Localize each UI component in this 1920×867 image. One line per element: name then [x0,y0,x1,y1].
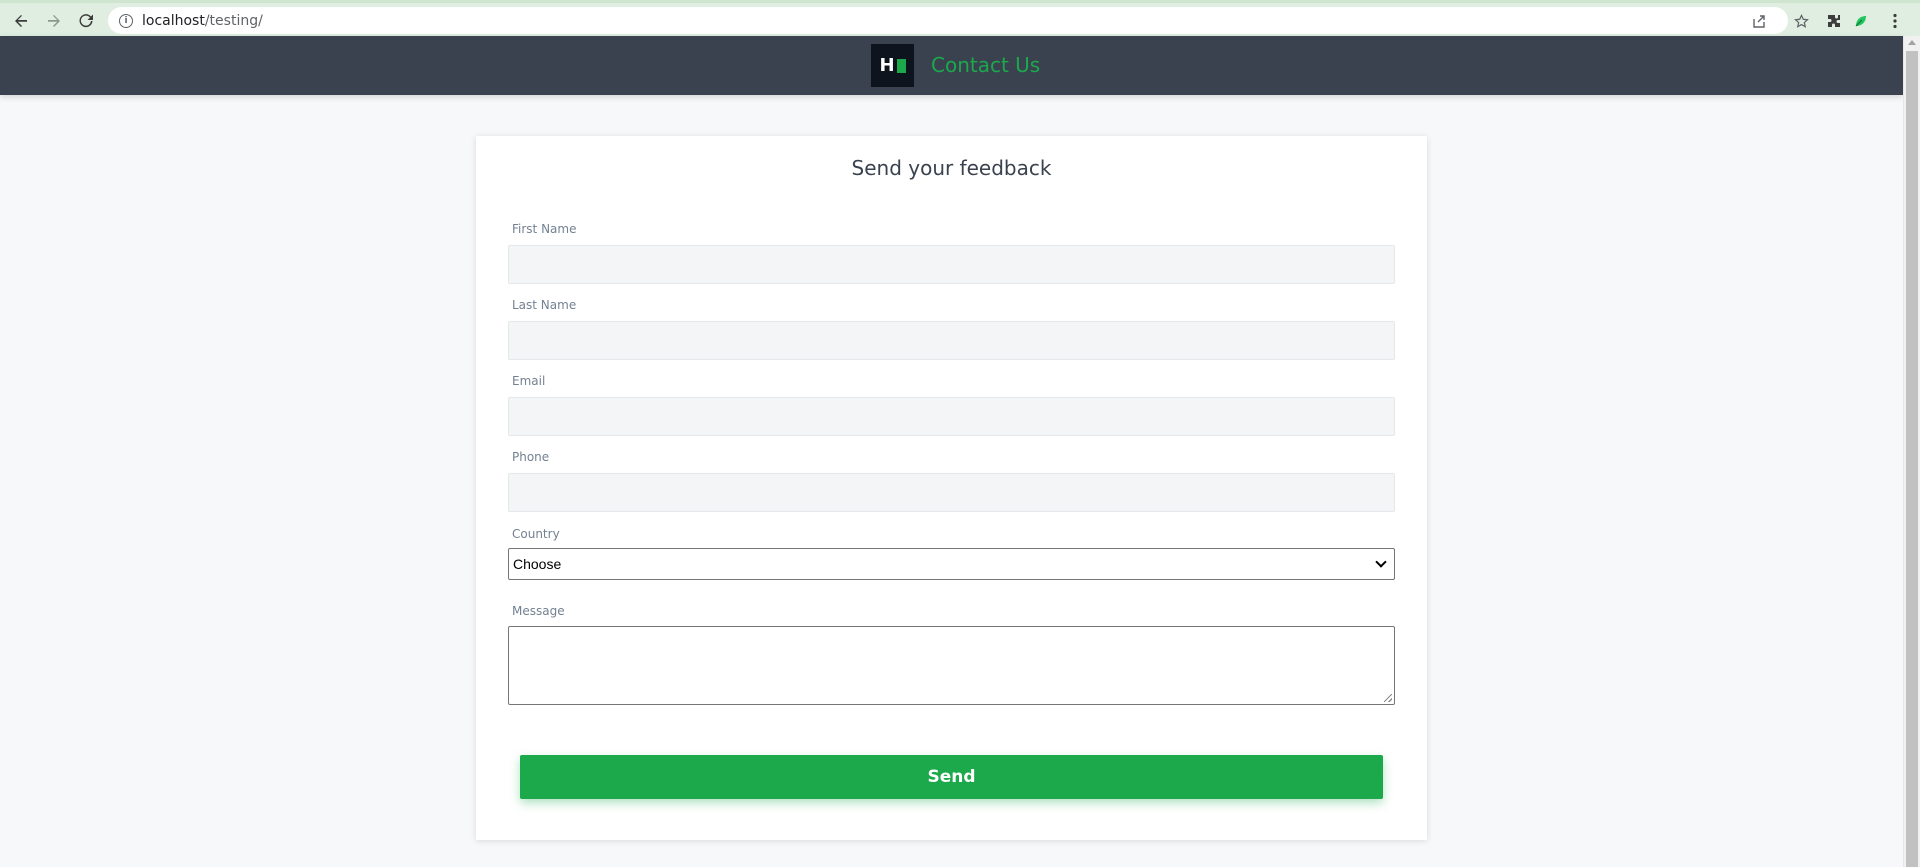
url-path: /testing/ [204,12,263,29]
address-bar[interactable]: i localhost/testing/ [108,7,1809,34]
email-label: Email [512,374,546,388]
page-scrollbar[interactable] [1903,36,1920,867]
message-label: Message [512,604,565,618]
forward-icon[interactable] [41,8,67,34]
email-input[interactable] [508,397,1395,436]
send-button[interactable]: Send [520,755,1383,799]
kebab-menu-icon[interactable] [1884,10,1906,32]
url-host: localhost [142,12,205,29]
resize-grip-icon[interactable] [1384,694,1392,702]
first-name-input[interactable] [508,245,1395,284]
message-textarea[interactable] [508,626,1395,705]
site-info-icon[interactable]: i [119,13,133,28]
feedback-form-card: Send your feedback First Name Last Name … [476,136,1427,840]
last-name-input[interactable] [508,321,1395,360]
phone-input[interactable] [508,473,1395,512]
country-select[interactable]: Choose [508,548,1395,580]
leaf-icon[interactable] [1850,10,1872,32]
country-selected-value: Choose [513,556,562,572]
logo-square [896,58,906,73]
back-icon[interactable] [8,8,34,34]
scroll-up-icon[interactable] [1908,40,1916,45]
country-label: Country [512,527,560,541]
browser-toolbar: i localhost/testing/ [0,0,1920,36]
share-icon[interactable] [1750,12,1768,30]
app-header: H Contact Us [0,36,1903,95]
form-title: Send your feedback [851,156,1052,180]
scroll-thumb[interactable] [1906,51,1918,867]
first-name-label: First Name [512,222,577,236]
chevron-down-icon [1375,556,1387,568]
puzzle-icon[interactable] [1823,10,1845,32]
star-icon[interactable] [1792,12,1810,30]
header-title[interactable]: Contact Us [931,53,1040,77]
phone-label: Phone [512,450,550,464]
last-name-label: Last Name [512,298,577,312]
reload-icon[interactable] [73,8,99,34]
logo-letter: H [879,55,895,76]
logo[interactable]: H [871,44,914,87]
